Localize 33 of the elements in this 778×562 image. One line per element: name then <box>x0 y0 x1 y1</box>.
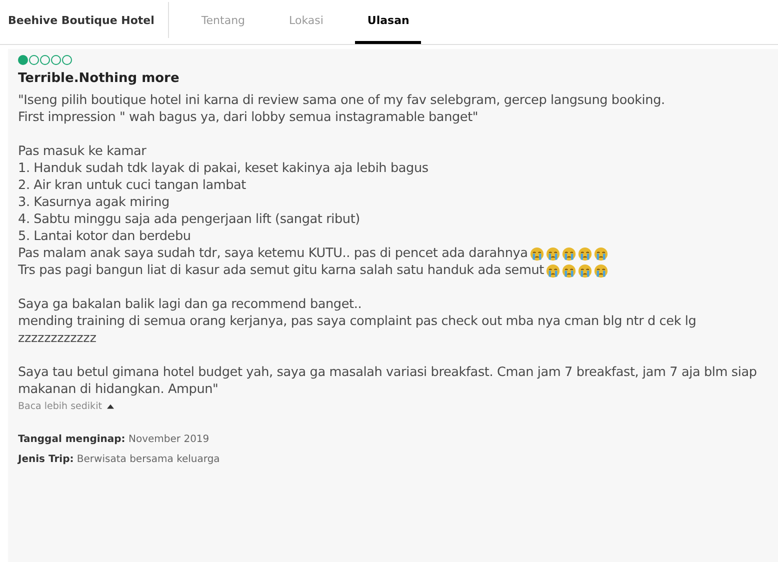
crying-face-icon <box>578 246 592 260</box>
caret-icon <box>106 404 114 409</box>
review-text: Trs pas pagi bangun liat di kasur ada semut gitu karna salah satu handuk ada semut <box>18 262 544 279</box>
crying-face-icon <box>594 264 608 278</box>
review-text: First impression " wah bagus ya, dari lobby semua instagramable banget" <box>18 109 478 126</box>
crying-face-icon <box>562 246 576 260</box>
read-less-link[interactable]: Baca lebih sedikit <box>18 401 114 412</box>
review-text: 2. Air kran untuk cuci tangan lambat <box>18 177 246 194</box>
detail-value: November 2019 <box>128 434 210 445</box>
crying-face-icon <box>594 246 608 260</box>
review-text: Pas masuk ke kamar <box>18 143 146 160</box>
review-text: 1. Handuk sudah tdk layak di pakai, keset kakinya aja lebih bagus <box>18 160 428 177</box>
review-text: Saya ga bakalan balik lagi dan ga recommend banget.. <box>18 296 362 313</box>
review-title: Terrible.Nothing more <box>18 71 180 86</box>
crying-face-icon <box>578 264 592 278</box>
crying-face-icon <box>546 264 560 278</box>
tab[interactable]: Ulasan <box>355 0 422 44</box>
review-text: Saya tau betul gimana hotel budget yah, saya ga masalah variasi breakfast. Cman jam 7 breakfast, jam 7 aja blm siap makanan di hidangkan. Ampun" <box>18 364 758 398</box>
crying-face-icon <box>546 246 560 260</box>
review-text: 4. Sabtu minggu saja ada pengerjaan lift (sangat ribut) <box>18 211 360 228</box>
hotel-name: Beehive Boutique Hotel <box>0 2 170 38</box>
review-text: 5. Lantai kotor dan berdebu <box>18 228 191 245</box>
review-text: 3. Kasurnya agak miring <box>18 194 170 211</box>
detail-value: Berwisata bersama keluarga <box>76 454 220 465</box>
detail-label: Jenis Trip: <box>18 454 74 465</box>
review-text: Pas malam anak saya sudah tdr, saya ketemu KUTU.. pas di pencet ada darahnya <box>18 245 528 262</box>
review-text: mending training di semua orang kerjanya, pas saya complaint pas check out mba nya cman blg ntr d cek lg zzzzzzzzzzzz <box>18 313 698 347</box>
crying-face-icon <box>562 264 576 278</box>
crying-face-icon <box>530 246 544 260</box>
detail-label: Tanggal menginap: <box>18 434 126 445</box>
tab[interactable]: Lokasi <box>277 0 336 44</box>
review-text: "Iseng pilih boutique hotel ini karna di review sama one of my fav selebgram, gercep langsung booking. <box>18 92 665 109</box>
tab[interactable]: Tentang <box>189 0 258 44</box>
